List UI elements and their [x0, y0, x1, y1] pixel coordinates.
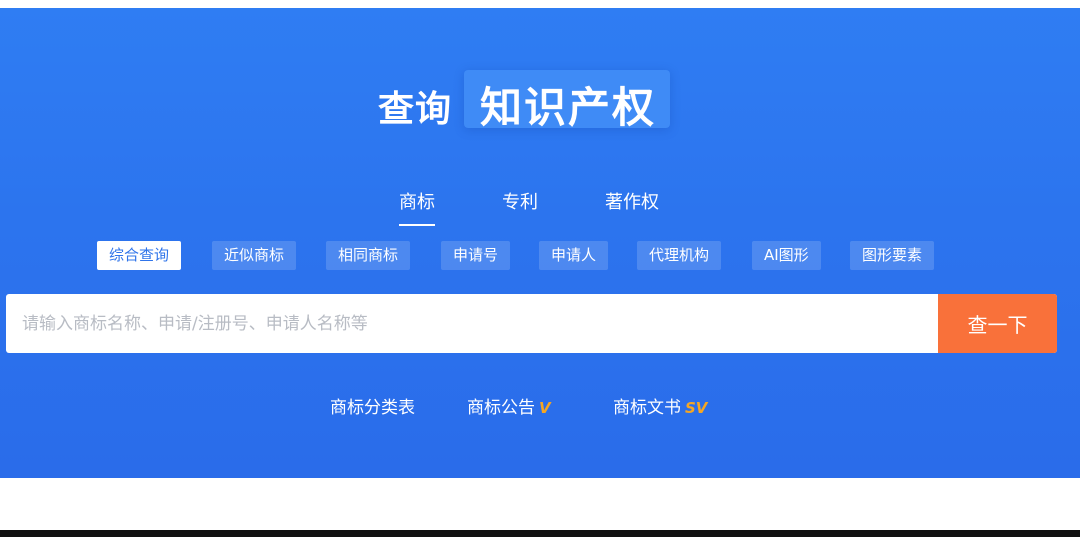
subtab-agency[interactable]: 代理机构	[637, 241, 722, 270]
link-label: 商标分类表	[330, 398, 415, 418]
subtab-same-trademark[interactable]: 相同商标	[326, 241, 411, 270]
tab-patent[interactable]: 专利	[502, 188, 538, 214]
title-main: 知识产权	[480, 83, 657, 132]
quick-links: 商标分类表 商标公告 V 商标文书 SV	[0, 393, 1080, 421]
link-label: 商标文书	[613, 398, 681, 418]
title-highlight-box: 知识产权	[464, 70, 670, 132]
link-trademark-announcement[interactable]: 商标公告 V	[467, 393, 551, 418]
hero-banner: 查询 知识产权 商标 专利 著作权 综合查询 近似商标 相同商标 申请号 申请人…	[0, 8, 1080, 478]
subtab-application-number[interactable]: 申请号	[441, 241, 511, 270]
sv-badge-icon: SV	[685, 399, 708, 417]
search-input[interactable]	[6, 294, 938, 353]
bottom-edge-bar	[0, 530, 1080, 537]
subtab-comprehensive[interactable]: 综合查询	[97, 241, 182, 270]
link-trademark-documents[interactable]: 商标文书 SV	[613, 393, 707, 418]
tab-trademark[interactable]: 商标	[399, 188, 435, 226]
search-bar: 查一下	[6, 294, 1057, 353]
subtab-ai-graphic[interactable]: AI图形	[752, 241, 821, 270]
subtab-applicant[interactable]: 申请人	[539, 241, 609, 270]
subtab-similar-trademark[interactable]: 近似商标	[212, 241, 297, 270]
category-tabs: 商标 专利 著作权	[0, 188, 1080, 226]
search-type-tabs: 综合查询 近似商标 相同商标 申请号 申请人 代理机构 AI图形 图形要素	[0, 241, 1080, 271]
page-title: 查询 知识产权	[0, 70, 1080, 134]
v-badge-icon: V	[539, 399, 551, 417]
subtab-graphic-elements[interactable]: 图形要素	[850, 241, 935, 270]
title-prefix: 查询	[378, 89, 453, 130]
tab-copyright[interactable]: 著作权	[605, 188, 659, 214]
search-button[interactable]: 查一下	[938, 294, 1057, 353]
link-label: 商标公告	[467, 398, 535, 418]
link-classification-table[interactable]: 商标分类表	[330, 393, 415, 418]
